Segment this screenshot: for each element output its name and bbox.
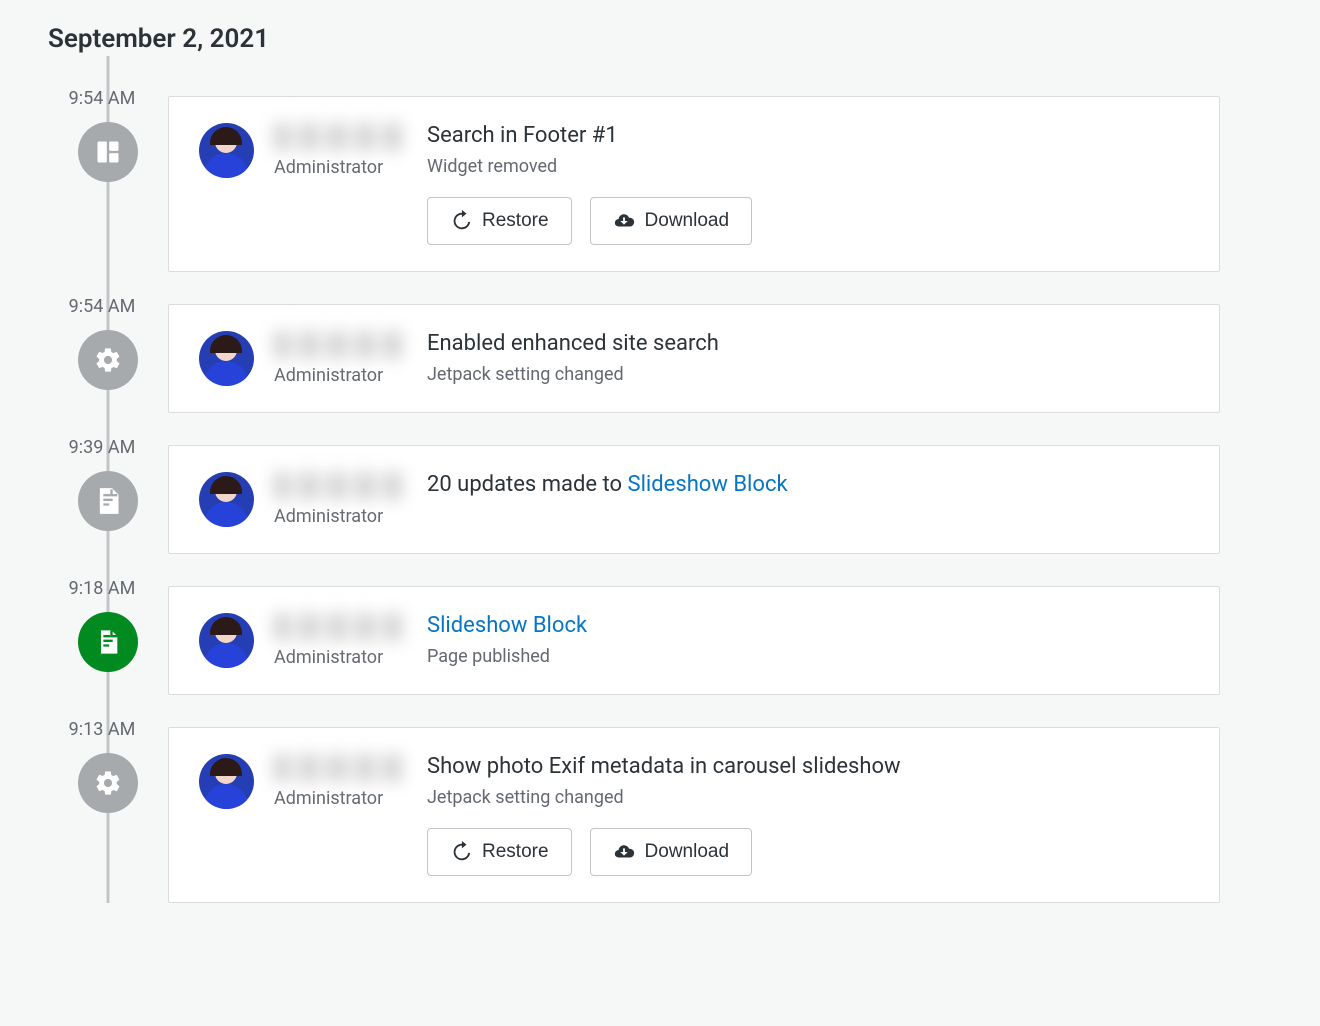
actor-name-redacted (274, 123, 404, 151)
avatar (199, 754, 254, 809)
activity-card[interactable]: Administrator Slideshow Block Page publi… (168, 586, 1220, 695)
history-icon (450, 210, 472, 232)
cloud-download-icon (613, 841, 635, 863)
gear-icon (78, 330, 138, 390)
actor: Administrator (199, 754, 399, 809)
avatar (199, 472, 254, 527)
activity-entry: 9:54 AM Administrator Enabled enhanced s… (168, 304, 1220, 413)
activity-title: 20 updates made to Slideshow Block (427, 472, 1189, 497)
avatar (199, 123, 254, 178)
activity-entry: 9:13 AM Administrator Show photo Exif me… (168, 727, 1220, 903)
activity-title-link[interactable]: Slideshow Block (427, 613, 587, 638)
actor: Administrator (199, 123, 399, 178)
entry-time: 9:13 AM (42, 719, 162, 740)
activity-card[interactable]: Administrator 20 updates made to Slidesh… (168, 445, 1220, 554)
post-icon (78, 471, 138, 531)
actor-name-redacted (274, 613, 404, 641)
avatar (199, 613, 254, 668)
activity-title: Enabled enhanced site search (427, 331, 1189, 356)
actor-role: Administrator (274, 365, 404, 386)
restore-button[interactable]: Restore (427, 197, 572, 245)
activity-subtitle: Jetpack setting changed (427, 787, 1189, 808)
layout-icon (78, 122, 138, 182)
entry-time: 9:54 AM (42, 296, 162, 317)
activity-title: Slideshow Block (427, 613, 1189, 638)
activity-subtitle: Jetpack setting changed (427, 364, 1189, 385)
restore-button[interactable]: Restore (427, 828, 572, 876)
date-heading: September 2, 2021 (48, 24, 1220, 54)
entry-time: 9:18 AM (42, 578, 162, 599)
timeline-entries: 9:54 AM Administrator Search in Footer #… (168, 56, 1220, 903)
actor-name-redacted (274, 331, 404, 359)
activity-card[interactable]: Administrator Show photo Exif metadata i… (168, 727, 1220, 903)
activity-entry: 9:54 AM Administrator Search in Footer #… (168, 96, 1220, 272)
download-button[interactable]: Download (590, 197, 753, 245)
actor-role: Administrator (274, 157, 404, 178)
activity-title-link[interactable]: Slideshow Block (628, 472, 788, 497)
restore-label: Restore (482, 841, 549, 863)
activity-card[interactable]: Administrator Enabled enhanced site sear… (168, 304, 1220, 413)
activity-timeline: 9:54 AM Administrator Search in Footer #… (48, 56, 1220, 903)
actor: Administrator (199, 613, 399, 668)
entry-time: 9:54 AM (42, 88, 162, 109)
activity-title: Search in Footer #1 (427, 123, 1189, 148)
title-prefix: 20 updates made to (427, 472, 628, 497)
entry-time: 9:39 AM (42, 437, 162, 458)
cloud-download-icon (613, 210, 635, 232)
activity-subtitle: Page published (427, 646, 1189, 667)
activity-card[interactable]: Administrator Search in Footer #1 Widget… (168, 96, 1220, 272)
actor: Administrator (199, 331, 399, 386)
download-label: Download (645, 841, 730, 863)
gear-icon (78, 753, 138, 813)
actor-role: Administrator (274, 647, 404, 668)
post-icon (78, 612, 138, 672)
activity-entry: 9:18 AM Administrator Slideshow Bl (168, 586, 1220, 695)
actor-role: Administrator (274, 788, 404, 809)
actor-name-redacted (274, 472, 404, 500)
avatar (199, 331, 254, 386)
activity-title: Show photo Exif metadata in carousel sli… (427, 754, 1189, 779)
restore-label: Restore (482, 210, 549, 232)
actor: Administrator (199, 472, 399, 527)
activity-subtitle: Widget removed (427, 156, 1189, 177)
download-button[interactable]: Download (590, 828, 753, 876)
actor-name-redacted (274, 754, 404, 782)
history-icon (450, 841, 472, 863)
actor-role: Administrator (274, 506, 404, 527)
activity-entry: 9:39 AM Administrator 20 updates m (168, 445, 1220, 554)
download-label: Download (645, 210, 730, 232)
